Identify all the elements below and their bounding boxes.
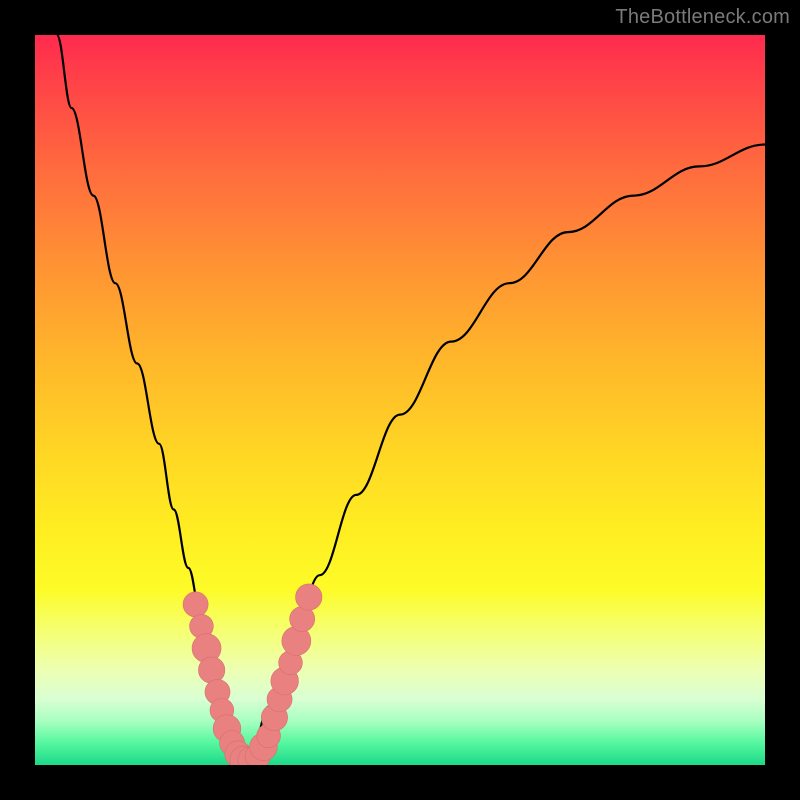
- curve-marker: [296, 584, 322, 610]
- curve-marker: [183, 592, 208, 617]
- curve-right-branch: [243, 145, 765, 762]
- curve-marker: [198, 657, 224, 683]
- watermark-text: TheBottleneck.com: [615, 6, 790, 29]
- bottleneck-curve: [35, 35, 765, 765]
- curve-markers: [183, 584, 322, 765]
- chart-frame: TheBottleneck.com: [0, 0, 800, 800]
- plot-area: [35, 35, 765, 765]
